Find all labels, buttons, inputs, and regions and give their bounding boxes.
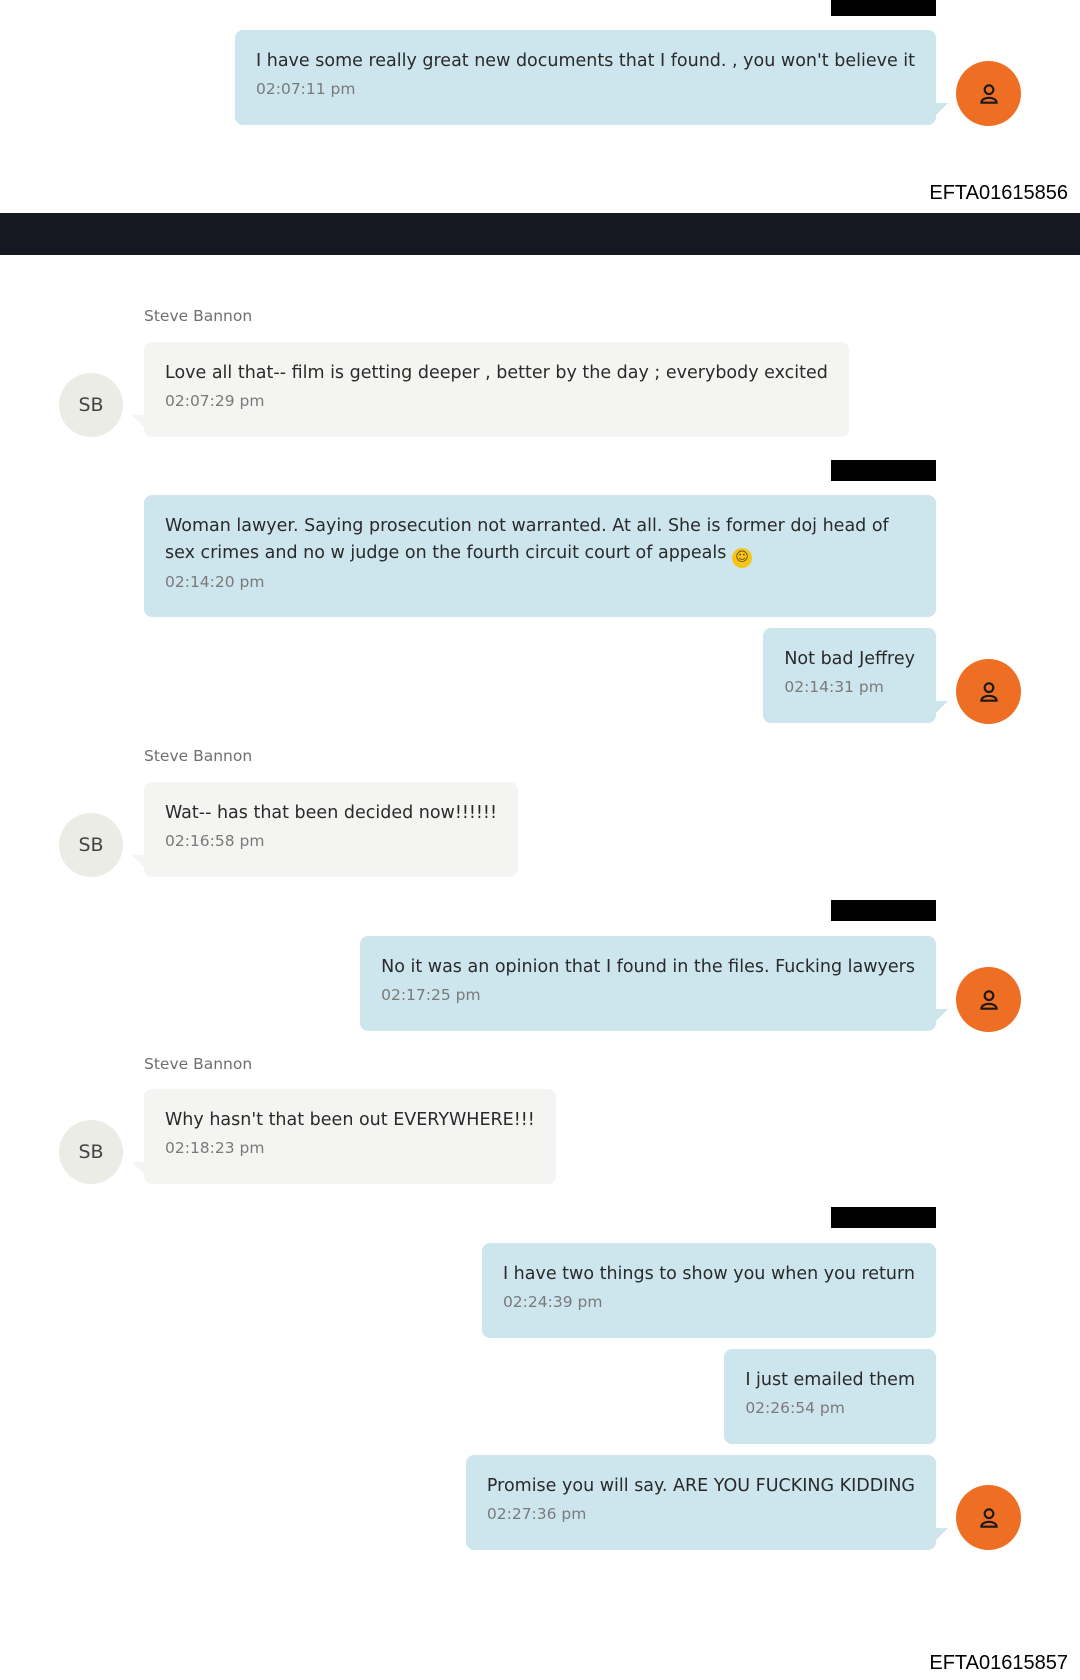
message-text: No it was an opinion that I found in the…	[381, 957, 915, 977]
message-text: Promise you will say. ARE YOU FUCKING KI…	[486, 1476, 915, 1496]
message-timestamp: 02:27:36 pm	[486, 1505, 587, 1523]
document-id: EFTA01615856	[929, 182, 1068, 204]
person-icon	[979, 1507, 998, 1528]
person-icon	[979, 83, 998, 104]
message-text: Why hasn't that been out EVERYWHERE!!!	[165, 1110, 535, 1130]
message-timestamp: 02:14:20 pm	[165, 573, 265, 591]
message-text: I just emailed them	[745, 1370, 915, 1390]
message-timestamp: 02:16:58 pm	[165, 832, 265, 850]
document-id: EFTA01615857	[929, 1652, 1068, 1674]
message-text: Wat-- has that been decided now!!!!!!	[165, 803, 497, 823]
redaction-bar	[831, 460, 936, 481]
message-timestamp: 02:07:29 pm	[165, 392, 265, 410]
message-bubble-outgoing[interactable]: Woman lawyer. Saying prosecution not war…	[144, 495, 936, 617]
message-text: I have some really great new documents t…	[256, 51, 915, 71]
message-bubble-incoming[interactable]: Love all that-- film is getting deeper ,…	[132, 342, 849, 437]
user-avatar[interactable]	[956, 659, 1021, 724]
smile-emoji-icon: ☺	[731, 548, 752, 568]
sender-name: Steve Bannon	[144, 1055, 253, 1073]
redaction-bar	[831, 0, 936, 16]
message-timestamp: 02:17:25 pm	[381, 986, 481, 1004]
sender-name: Steve Bannon	[144, 747, 253, 765]
message-bubble-outgoing[interactable]: Promise you will say. ARE YOU FUCKING KI…	[465, 1455, 949, 1550]
user-avatar[interactable]	[956, 61, 1021, 126]
user-avatar[interactable]	[956, 967, 1021, 1032]
message-timestamp: 02:14:31 pm	[784, 678, 884, 696]
contact-avatar[interactable]: SB	[59, 813, 123, 877]
person-icon	[979, 989, 998, 1010]
redaction-bar	[831, 900, 936, 921]
message-text: Woman lawyer. Saying prosecution not war…	[165, 513, 915, 568]
sender-name: Steve Bannon	[144, 307, 253, 325]
person-icon	[979, 681, 998, 702]
redaction-bar	[831, 1207, 936, 1228]
message-bubble-incoming[interactable]: Wat-- has that been decided now!!!!!! 02…	[132, 782, 518, 877]
message-timestamp: 02:07:11 pm	[256, 80, 356, 98]
user-avatar[interactable]	[956, 1485, 1021, 1550]
message-bubble-outgoing[interactable]: Not bad Jeffrey 02:14:31 pm	[763, 628, 948, 723]
message-text: Not bad Jeffrey	[784, 649, 915, 669]
message-timestamp: 02:26:54 pm	[745, 1399, 845, 1417]
contact-avatar[interactable]: SB	[59, 373, 123, 437]
message-bubble-outgoing[interactable]: I have some really great new documents t…	[235, 30, 948, 125]
page-separator	[0, 213, 1080, 255]
message-bubble-outgoing[interactable]: I just emailed them 02:26:54 pm	[724, 1349, 936, 1444]
message-timestamp: 02:24:39 pm	[502, 1293, 603, 1311]
message-text: Love all that-- film is getting deeper ,…	[165, 363, 828, 383]
message-bubble-incoming[interactable]: Why hasn't that been out EVERYWHERE!!! 0…	[132, 1089, 556, 1184]
message-text: I have two things to show you when you r…	[502, 1264, 915, 1284]
message-bubble-outgoing[interactable]: I have two things to show you when you r…	[481, 1243, 936, 1338]
message-bubble-outgoing[interactable]: No it was an opinion that I found in the…	[360, 936, 948, 1031]
message-timestamp: 02:18:23 pm	[165, 1139, 265, 1157]
message-text-content: Woman lawyer. Saying prosecution not war…	[165, 516, 889, 563]
contact-avatar[interactable]: SB	[59, 1120, 123, 1184]
